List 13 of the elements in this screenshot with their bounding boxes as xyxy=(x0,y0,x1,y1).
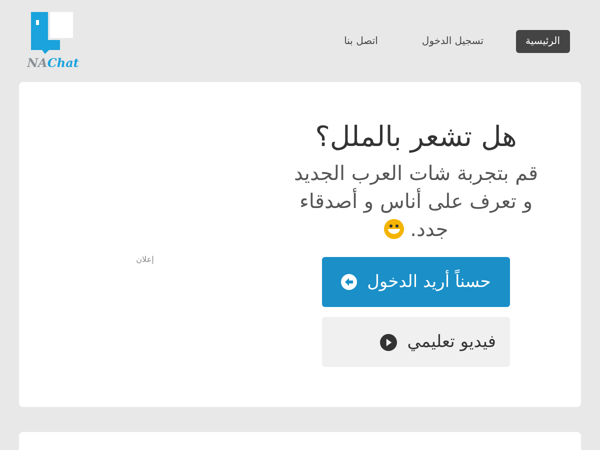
nav-link[interactable]: اتصل بنا xyxy=(334,30,388,52)
play-icon xyxy=(380,334,398,350)
logo-text: NAChat xyxy=(27,56,79,70)
arrow-left-circle-icon xyxy=(341,274,358,290)
nav-link[interactable]: الرئيسية xyxy=(516,30,570,52)
nav-link[interactable]: تسجيل الدخول xyxy=(412,30,494,52)
chat-logo-icon xyxy=(31,12,75,54)
grinning-face-icon xyxy=(384,219,404,239)
login-button[interactable]: حسناً أريد الدخول xyxy=(322,257,510,307)
video-button[interactable]: فيديو تعليمي xyxy=(322,317,510,367)
hero-subtitle: قم بتجربة شات العرب الجديد و تعرف على أناس و أصدقاء جدد. xyxy=(292,160,540,243)
ad-label: إعلان xyxy=(136,255,154,264)
hero-title: هل تشعر بالملل؟ xyxy=(315,120,517,153)
